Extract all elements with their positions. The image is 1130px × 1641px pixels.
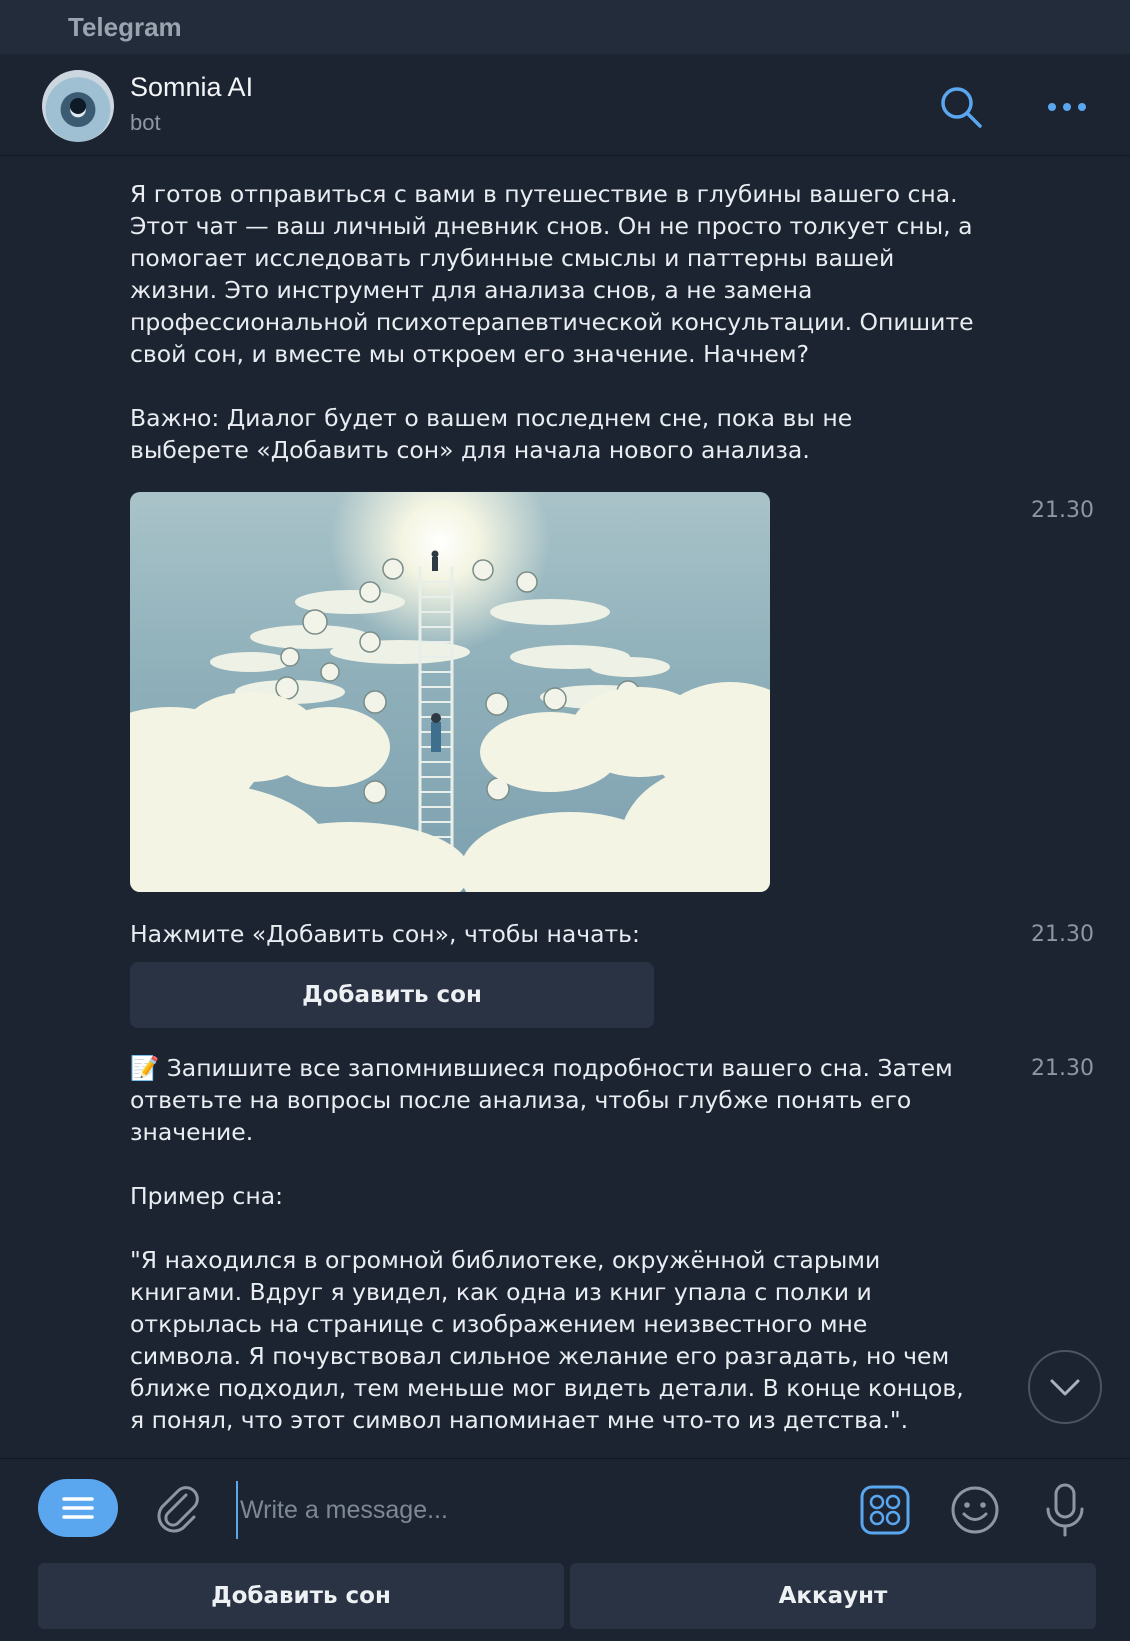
search-button[interactable] bbox=[938, 84, 984, 130]
menu-icon bbox=[62, 1497, 94, 1519]
message-time: 21.30 bbox=[1031, 498, 1094, 523]
chevron-down-icon bbox=[1050, 1379, 1080, 1396]
message-input[interactable] bbox=[236, 1481, 842, 1539]
intro-message: Я готов отправиться с вами в путешествие… bbox=[130, 180, 974, 464]
keyboard-account-button[interactable]: Аккаунт bbox=[570, 1563, 1096, 1629]
more-icon bbox=[1048, 103, 1086, 111]
keyboard-add-dream-button[interactable]: Добавить сон bbox=[38, 1563, 564, 1629]
app-title: Telegram bbox=[68, 12, 182, 42]
mic-icon bbox=[1046, 1483, 1084, 1537]
dream-illustration-image[interactable] bbox=[130, 492, 770, 892]
more-button[interactable] bbox=[1044, 84, 1090, 130]
chat-status: bot bbox=[130, 110, 161, 135]
scroll-down-button[interactable] bbox=[1028, 1350, 1102, 1424]
commands-button[interactable] bbox=[858, 1483, 912, 1537]
voice-message-button[interactable] bbox=[1040, 1481, 1090, 1541]
attach-button[interactable] bbox=[150, 1479, 206, 1539]
chat-header[interactable]: Somnia AI bot bbox=[0, 54, 1130, 156]
instructions-message: 📝 Запишите все запомнившиеся подробности… bbox=[130, 1054, 964, 1434]
avatar[interactable] bbox=[42, 70, 114, 142]
emoji-icon bbox=[951, 1486, 999, 1534]
prompt-message: Нажмите «Добавить сон», чтобы начать: bbox=[130, 920, 640, 948]
emoji-button[interactable] bbox=[948, 1483, 1002, 1537]
attach-icon bbox=[157, 1486, 199, 1533]
chat-name[interactable]: Somnia AI bbox=[130, 72, 253, 103]
commands-icon bbox=[860, 1485, 910, 1535]
message-list[interactable]: Я готов отправиться с вами в путешествие… bbox=[0, 156, 1130, 1458]
window-titlebar: Telegram bbox=[0, 0, 1130, 54]
composer: Добавить сон Аккаунт bbox=[0, 1458, 1130, 1641]
bot-menu-button[interactable] bbox=[38, 1479, 118, 1537]
search-icon bbox=[941, 87, 982, 128]
message-time: 21.30 bbox=[1031, 922, 1094, 947]
add-dream-inline-button[interactable]: Добавить сон bbox=[130, 962, 654, 1028]
message-time: 21.30 bbox=[1031, 1056, 1094, 1081]
